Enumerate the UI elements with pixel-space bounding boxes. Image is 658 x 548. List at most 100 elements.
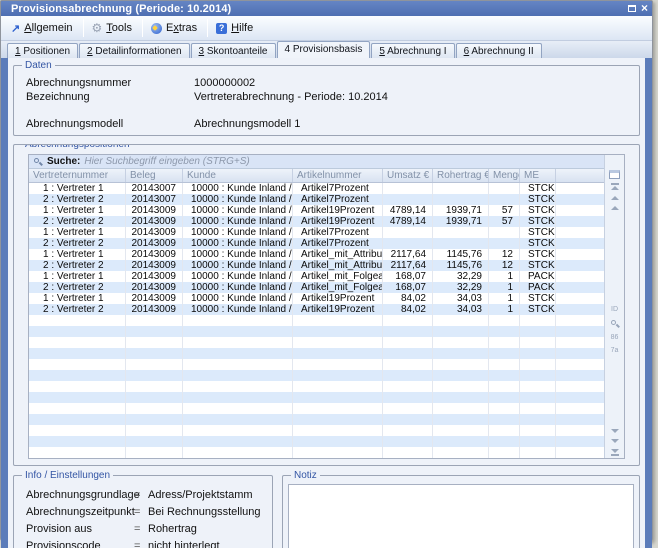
tab-positionen[interactable]: 1 Positionen	[7, 43, 78, 58]
table-cell-filler	[556, 392, 604, 403]
scroll-page-down-icon[interactable]	[611, 439, 619, 443]
sort-a-button[interactable]: 86	[611, 334, 619, 342]
scroll-first-icon[interactable]	[611, 183, 619, 190]
search-input[interactable]	[84, 156, 600, 167]
table-cell: STCK	[520, 304, 556, 315]
table-row-empty[interactable]	[29, 436, 604, 447]
grid-header: VertreternummerBelegKundeArtikelnummerUm…	[29, 169, 604, 183]
table-cell	[433, 370, 489, 381]
tools-button[interactable]: ⚙Tools	[86, 18, 140, 38]
table-cell	[383, 326, 433, 337]
table-cell	[489, 447, 520, 458]
column-header-8[interactable]: ME	[520, 169, 556, 182]
table-cell: Artikel19Prozent	[293, 205, 383, 216]
tab-provisionsbasis[interactable]: 4 Provisionsbasis	[277, 41, 371, 58]
column-header-6[interactable]: Rohertrag €	[433, 169, 489, 182]
column-header-7[interactable]: Menge	[489, 169, 520, 182]
title-bar[interactable]: Provisionsabrechnung (Periode: 10.2014) …	[1, 1, 652, 16]
info-value: Bei Rechnungsstellung	[148, 504, 261, 521]
scroll-up-icon[interactable]	[611, 206, 619, 210]
table-row-empty[interactable]	[29, 359, 604, 370]
table-cell	[183, 359, 293, 370]
zoom-button[interactable]	[610, 319, 620, 329]
column-header-4[interactable]: Artikelnummer	[293, 169, 383, 182]
table-cell: Artikel_mit_Folgeartikel	[293, 271, 383, 282]
table-row[interactable]: 2 : Vertreter 22014300910000 : Kunde Inl…	[29, 260, 604, 271]
table-row-empty[interactable]	[29, 403, 604, 414]
table-row-empty[interactable]	[29, 425, 604, 436]
tab-bar: 1 Positionen2 Detailinformationen3 Skont…	[1, 41, 652, 58]
field-row: BezeichnungVertreterabrechnung - Periode…	[26, 90, 627, 104]
sort-b-button[interactable]: 7a	[611, 347, 619, 355]
table-row[interactable]: 2 : Vertreter 22014300910000 : Kunde Inl…	[29, 282, 604, 293]
table-cell	[126, 326, 183, 337]
table-row[interactable]: 2 : Vertreter 22014300910000 : Kunde Inl…	[29, 304, 604, 315]
column-header-3[interactable]: Kunde	[183, 169, 293, 182]
field-label: Abrechnungsnummer	[26, 76, 194, 90]
restore-button[interactable]	[628, 5, 636, 12]
scroll-down-icon[interactable]	[611, 429, 619, 433]
info-row: Provisionscode verwenden=nicht hinterleg…	[26, 538, 262, 548]
equals-sign: =	[134, 538, 148, 548]
table-cell	[489, 194, 520, 205]
table-cell	[293, 447, 383, 458]
table-row-empty[interactable]	[29, 315, 604, 326]
table-cell	[383, 359, 433, 370]
tab-abrechnung-2[interactable]: 6 Abrechnung II	[456, 43, 542, 58]
table-cell: 20143009	[126, 205, 183, 216]
table-row-empty[interactable]	[29, 447, 604, 458]
toolbar-separator	[142, 19, 143, 37]
table-cell	[183, 381, 293, 392]
window-controls: ×	[628, 3, 648, 14]
field-value: Abrechnungsmodell 1	[194, 117, 300, 131]
table-cell-filler	[556, 447, 604, 458]
column-chooser-icon[interactable]	[609, 170, 620, 179]
field-label: Abrechnungsmodell	[26, 117, 194, 131]
table-cell	[293, 392, 383, 403]
table-cell: 10000 : Kunde Inland / Inlandsort	[183, 194, 293, 205]
allgemein-button[interactable]: ↗Allgemein	[5, 18, 81, 38]
hilfe-button[interactable]: ?Hilfe	[210, 18, 261, 38]
table-row[interactable]: 2 : Vertreter 22014300910000 : Kunde Inl…	[29, 238, 604, 249]
table-cell-filler	[556, 359, 604, 370]
table-row[interactable]: 1 : Vertreter 12014300910000 : Kunde Inl…	[29, 271, 604, 282]
tab-skontoanteile[interactable]: 3 Skontoanteile	[191, 43, 276, 58]
hilfe-label: Hilfe	[231, 22, 253, 34]
close-button[interactable]: ×	[641, 3, 648, 14]
table-row[interactable]: 2 : Vertreter 22014300710000 : Kunde Inl…	[29, 194, 604, 205]
table-row-empty[interactable]	[29, 381, 604, 392]
search-bar[interactable]: Suche:	[29, 155, 604, 169]
table-cell	[489, 403, 520, 414]
column-header-5[interactable]: Umsatz €	[383, 169, 433, 182]
positions-grid: Suche: VertreternummerBelegKundeArtikeln…	[28, 154, 625, 459]
table-row[interactable]: 1 : Vertreter 12014300710000 : Kunde Inl…	[29, 183, 604, 194]
table-row[interactable]: 1 : Vertreter 12014300910000 : Kunde Inl…	[29, 249, 604, 260]
table-cell	[183, 326, 293, 337]
info-row: Abrechnungszeitpunkt=Bei Rechnungsstellu…	[26, 504, 262, 521]
table-cell	[126, 370, 183, 381]
table-row[interactable]: 1 : Vertreter 12014300910000 : Kunde Inl…	[29, 205, 604, 216]
table-row-empty[interactable]	[29, 337, 604, 348]
column-header-1[interactable]: Vertreternummer	[29, 169, 126, 182]
table-row-empty[interactable]	[29, 370, 604, 381]
table-row[interactable]: 1 : Vertreter 12014300910000 : Kunde Inl…	[29, 293, 604, 304]
table-row-empty[interactable]	[29, 392, 604, 403]
notiz-textarea[interactable]	[288, 484, 634, 548]
table-row[interactable]: 2 : Vertreter 22014300910000 : Kunde Inl…	[29, 216, 604, 227]
table-row[interactable]: 1 : Vertreter 12014300910000 : Kunde Inl…	[29, 227, 604, 238]
id-button[interactable]: ID	[611, 306, 618, 314]
scroll-last-icon[interactable]	[611, 449, 619, 456]
table-row-empty[interactable]	[29, 326, 604, 337]
column-header-2[interactable]: Beleg	[126, 169, 183, 182]
extras-button[interactable]: Extras	[145, 18, 205, 38]
table-row-empty[interactable]	[29, 348, 604, 359]
info-row: Provision aus=Rohertrag	[26, 521, 262, 538]
tab-detailinformationen[interactable]: 2 Detailinformationen	[79, 43, 190, 58]
scroll-page-up-icon[interactable]	[611, 196, 619, 200]
table-cell: Artikel7Prozent	[293, 183, 383, 194]
table-row-empty[interactable]	[29, 414, 604, 425]
table-cell: 10000 : Kunde Inland / Inlandsort	[183, 293, 293, 304]
table-cell	[489, 370, 520, 381]
tab-abrechnung-1[interactable]: 5 Abrechnung I	[371, 43, 454, 58]
table-cell: 32,29	[433, 271, 489, 282]
